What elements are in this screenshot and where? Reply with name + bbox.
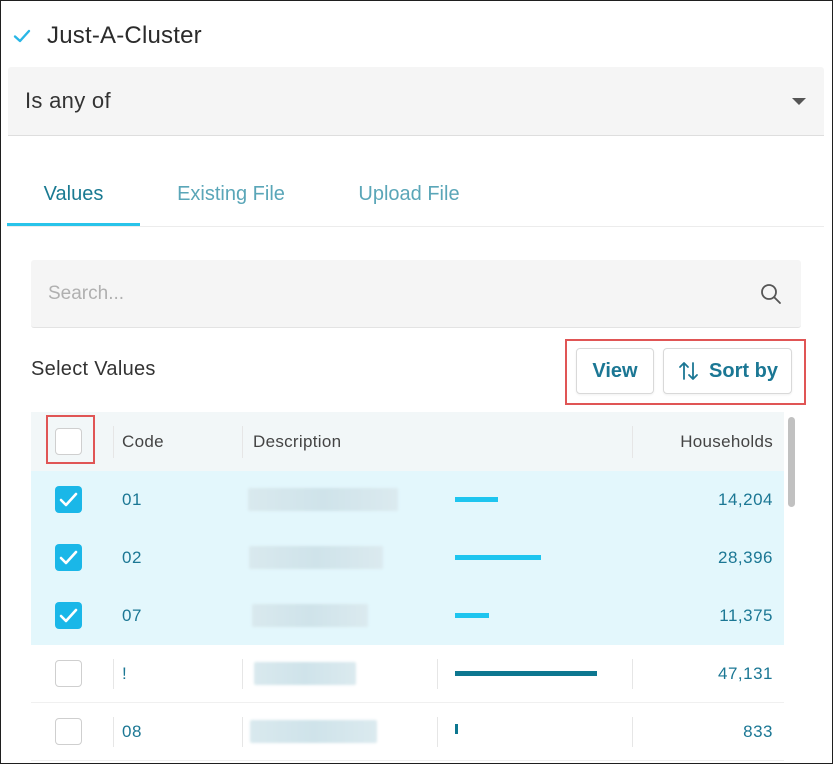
tab-existing-file[interactable]: Existing File	[157, 161, 305, 227]
row-code: 01	[122, 490, 142, 509]
search-icon[interactable]	[759, 282, 783, 306]
row-checkbox[interactable]	[55, 660, 82, 687]
active-tab-indicator	[7, 223, 140, 226]
households-bar	[455, 497, 498, 502]
cluster-header: Just-A-Cluster	[11, 21, 202, 51]
table-header: Code Description Households	[31, 412, 784, 471]
row-checkbox[interactable]	[55, 544, 82, 571]
households-bar	[455, 613, 489, 618]
table-row[interactable]: 07 11,375	[31, 587, 784, 645]
table-row[interactable]: 08 833	[31, 703, 784, 761]
checkmark-icon	[59, 608, 78, 623]
view-button[interactable]: View	[576, 348, 654, 394]
column-divider	[113, 717, 114, 747]
households-bar	[455, 724, 458, 734]
column-divider	[242, 717, 243, 747]
select-values-label: Select Values	[31, 358, 156, 380]
column-divider	[632, 659, 633, 689]
column-divider	[113, 426, 114, 458]
column-divider	[437, 717, 438, 747]
source-tabs: Values Existing File Upload File	[7, 161, 824, 227]
row-code: 08	[122, 722, 142, 741]
column-divider	[437, 659, 438, 689]
table-row[interactable]: 02 28,396	[31, 529, 784, 587]
column-divider	[242, 659, 243, 689]
column-header-description[interactable]: Description	[253, 412, 341, 471]
column-header-households[interactable]: Households	[680, 412, 773, 471]
column-divider	[242, 426, 243, 458]
cluster-title: Just-A-Cluster	[47, 22, 202, 49]
row-description-redacted	[252, 604, 368, 627]
operator-dropdown[interactable]: Is any of	[8, 67, 824, 136]
row-description-redacted	[250, 720, 377, 743]
sort-by-button[interactable]: Sort by	[663, 348, 792, 394]
filter-panel: Just-A-Cluster Is any of Values Existing…	[0, 0, 833, 764]
tab-values[interactable]: Values	[7, 161, 140, 227]
column-divider	[113, 659, 114, 689]
search-box	[31, 260, 801, 328]
row-households: 14,204	[718, 490, 773, 509]
checkmark-icon	[59, 550, 78, 565]
checkmark-icon	[59, 492, 78, 507]
sort-by-label: Sort by	[709, 359, 778, 382]
row-code: 07	[122, 606, 142, 625]
row-code: 02	[122, 548, 142, 567]
column-header-code[interactable]: Code	[122, 412, 164, 471]
search-input[interactable]	[48, 260, 728, 328]
operator-selected-value: Is any of	[25, 88, 111, 113]
households-bar	[455, 555, 541, 560]
row-code: !	[122, 664, 128, 683]
row-households: 11,375	[719, 606, 773, 625]
row-households: 47,131	[718, 664, 773, 683]
households-bar	[455, 671, 597, 676]
column-divider	[632, 717, 633, 747]
row-households: 833	[743, 722, 773, 741]
scrollbar-thumb[interactable]	[788, 417, 795, 507]
sort-arrows-icon	[679, 362, 698, 380]
select-all-highlight	[46, 415, 95, 464]
row-description-redacted	[249, 546, 383, 569]
row-households: 28,396	[718, 548, 773, 567]
dropdown-arrow-icon	[792, 98, 806, 105]
table-row[interactable]: 01 14,204	[31, 471, 784, 529]
row-checkbox[interactable]	[55, 718, 82, 745]
column-divider	[632, 426, 633, 458]
row-checkbox[interactable]	[55, 602, 82, 629]
row-checkbox[interactable]	[55, 486, 82, 513]
row-description-redacted	[254, 662, 356, 685]
values-table: Code Description Households 01 14,204 02 28…	[31, 412, 784, 763]
table-row[interactable]: ! 47,131	[31, 645, 784, 703]
tab-upload-file[interactable]: Upload File	[337, 161, 481, 227]
check-icon	[13, 29, 31, 43]
row-description-redacted	[248, 488, 398, 511]
